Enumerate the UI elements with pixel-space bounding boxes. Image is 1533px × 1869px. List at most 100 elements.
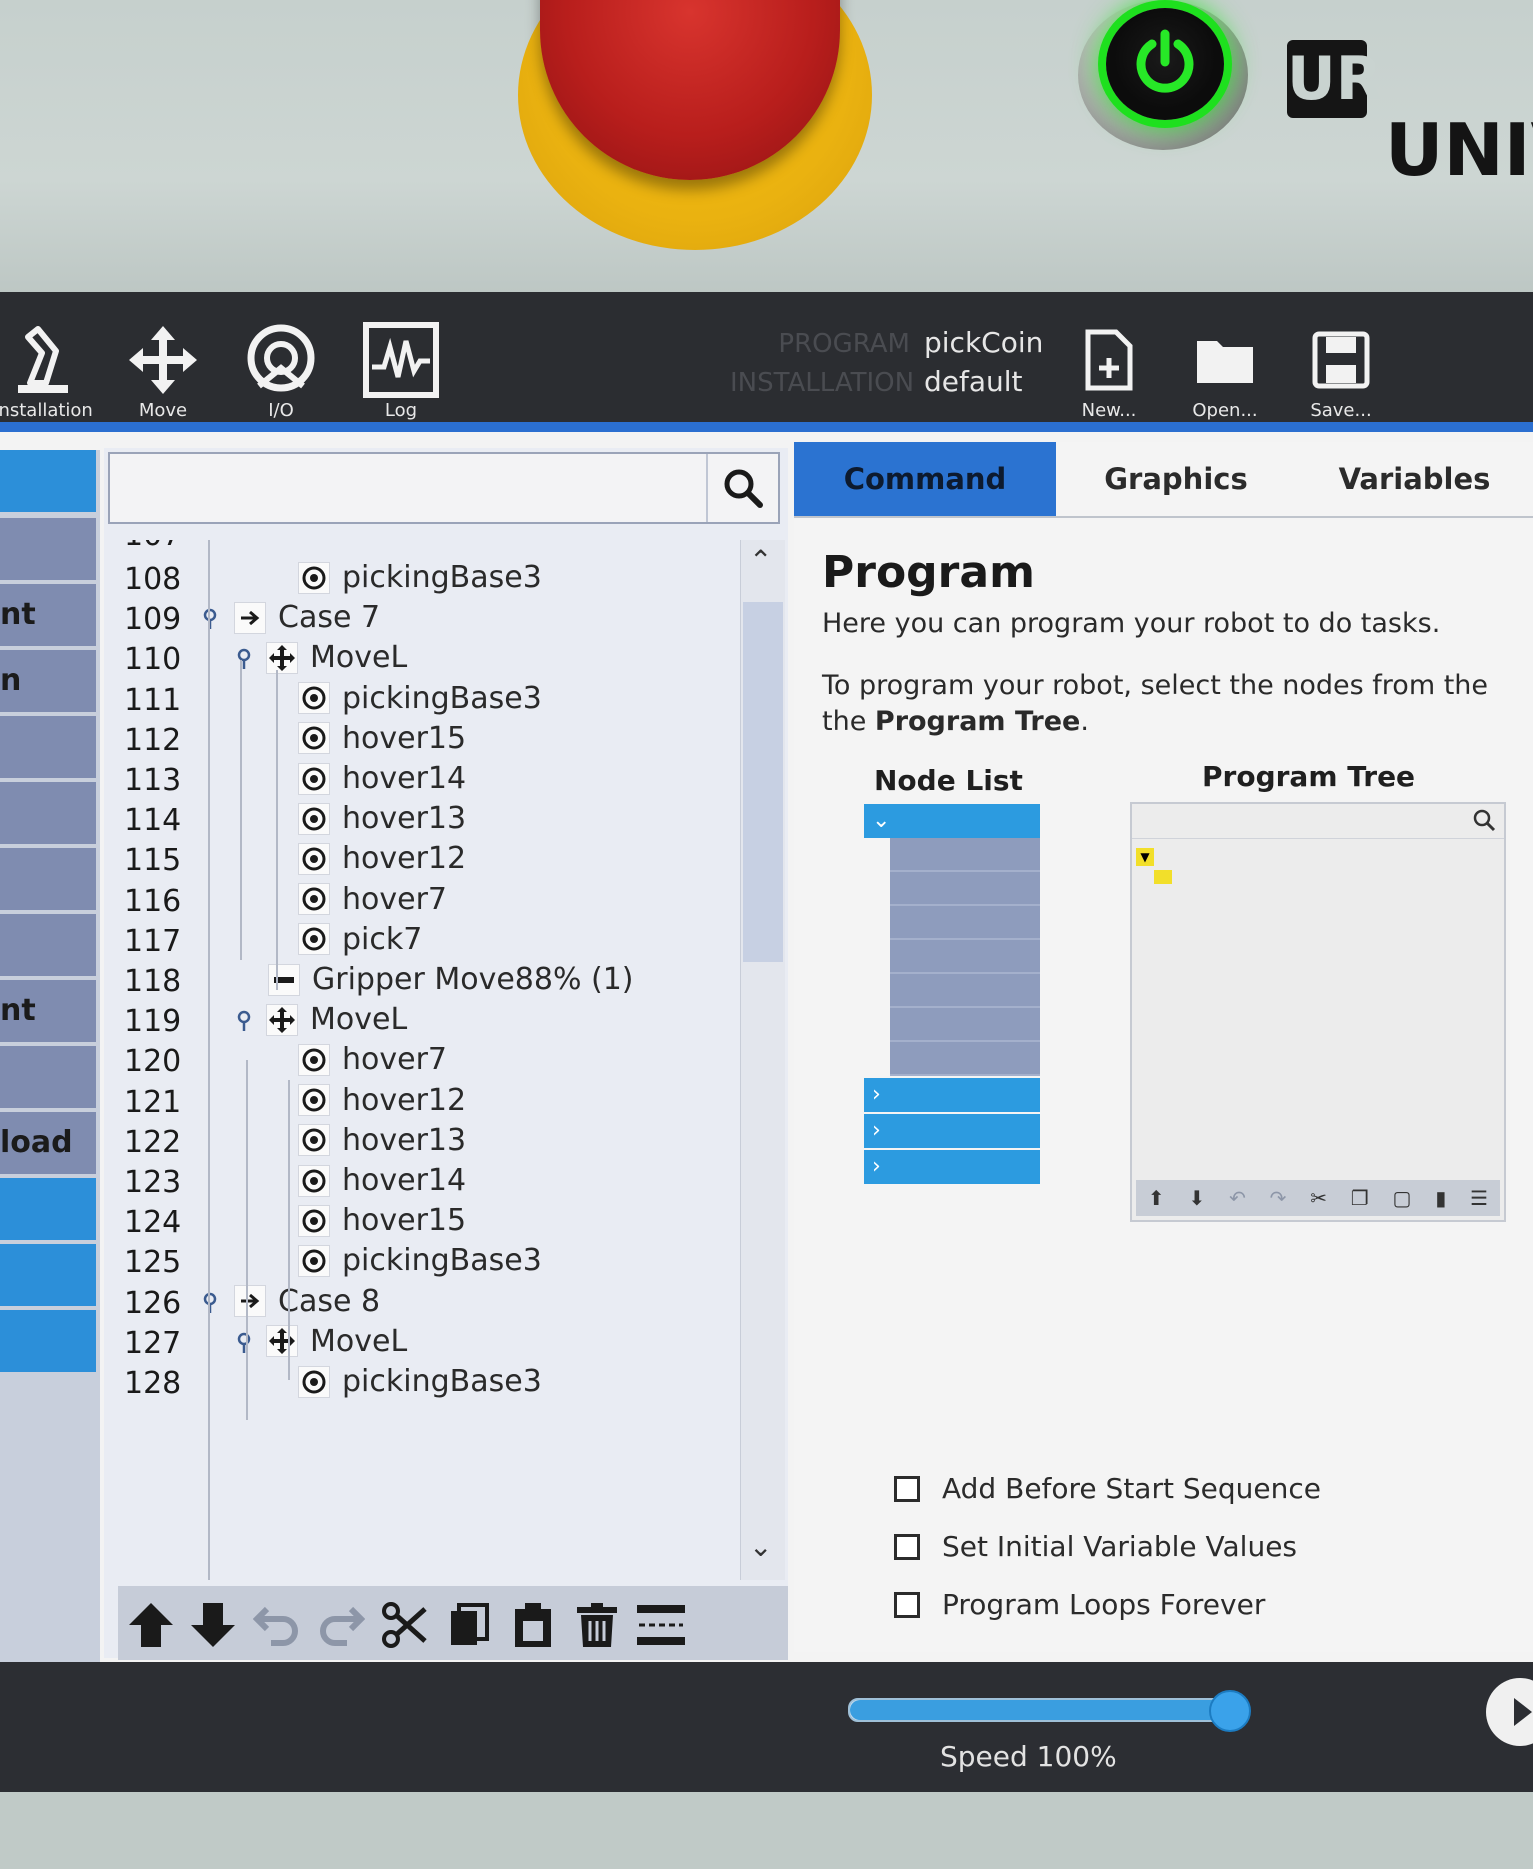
table-row[interactable]: 114 hover13	[104, 799, 744, 843]
table-row[interactable]: 118 Gripper Move88% (1)	[104, 960, 744, 1004]
installation-label: INSTALLATION	[730, 368, 915, 398]
nav-item-1[interactable]: nt	[0, 584, 96, 646]
table-row[interactable]: 119 MoveL	[104, 1000, 744, 1044]
table-row[interactable]: 122 hover13	[104, 1121, 744, 1165]
move-down-button[interactable]	[184, 1598, 242, 1652]
tree-node[interactable]: Case 8	[234, 1284, 380, 1319]
nav-item-3[interactable]: nt	[0, 980, 96, 1042]
breakpoint-pin-icon[interactable]	[236, 1332, 252, 1358]
tree-node[interactable]: MoveL	[266, 640, 407, 675]
io-tab[interactable]: I/O	[226, 320, 336, 421]
power-button[interactable]	[1106, 8, 1224, 120]
nav-item-blank[interactable]	[0, 1178, 96, 1240]
program-loops-forever-checkbox[interactable]: Program Loops Forever	[894, 1588, 1265, 1621]
redo-button[interactable]	[312, 1598, 370, 1652]
table-row[interactable]: 116 hover7	[104, 880, 744, 924]
paste-button[interactable]	[504, 1598, 562, 1652]
log-tab[interactable]: Log	[346, 320, 456, 421]
table-row[interactable]: 121 hover12	[104, 1081, 744, 1125]
tree-node[interactable]: hover7	[298, 1042, 447, 1077]
undo-button[interactable]	[248, 1598, 306, 1652]
nav-item-blank[interactable]	[0, 1244, 96, 1306]
nav-item-blank[interactable]	[0, 716, 96, 778]
nav-item-blank[interactable]	[0, 518, 96, 580]
tab-graphics[interactable]: Graphics	[1056, 442, 1296, 516]
tree-node[interactable]: hover12	[298, 1083, 466, 1118]
tree-node[interactable]: hover12	[298, 841, 466, 876]
tree-scrollbar[interactable]: ⌃ ⌄	[740, 540, 785, 1580]
tree-node[interactable]: pickingBase3	[298, 1364, 542, 1399]
tree-node[interactable]: hover13	[298, 801, 466, 836]
move-up-button[interactable]	[122, 1598, 180, 1652]
speed-slider[interactable]	[848, 1690, 1251, 1732]
nav-item-blank[interactable]	[0, 782, 96, 844]
table-row[interactable]: 124 hover15	[104, 1201, 744, 1245]
move-tab-label: Move	[138, 400, 188, 421]
table-row[interactable]: 125 pickingBase3	[104, 1241, 744, 1285]
checkbox-box[interactable]	[894, 1591, 920, 1618]
table-row[interactable]: 111 pickingBase3	[104, 679, 744, 723]
tree-node[interactable]: Case 7	[234, 600, 380, 635]
copy-button[interactable]	[440, 1598, 498, 1652]
open-program-button[interactable]: Open...	[1170, 320, 1280, 421]
tab-variables[interactable]: Variables	[1296, 442, 1533, 516]
tree-node[interactable]: hover15	[298, 721, 466, 756]
table-row[interactable]: 120 hover7	[104, 1040, 744, 1084]
installation-tab[interactable]: Installation	[0, 320, 98, 421]
node-list-heading: Node List	[874, 764, 1023, 797]
speed-slider-handle[interactable]	[1209, 1690, 1251, 1732]
nav-item-blank[interactable]	[0, 1046, 96, 1108]
nav-item-blank[interactable]	[0, 1310, 96, 1372]
nav-item-2[interactable]: n	[0, 650, 96, 712]
checkbox-box[interactable]	[894, 1533, 920, 1560]
new-program-button[interactable]: New...	[1054, 320, 1164, 421]
tree-node[interactable]: pickingBase3	[298, 1243, 542, 1278]
checkbox-box[interactable]	[894, 1475, 920, 1502]
table-row[interactable]: 113 hover14	[104, 759, 744, 803]
table-row[interactable]: 128 pickingBase3	[104, 1362, 744, 1406]
scrollbar-thumb[interactable]	[743, 602, 783, 962]
table-row[interactable]: 110 MoveL	[104, 638, 744, 682]
breakpoint-pin-icon[interactable]	[202, 1292, 218, 1318]
table-row[interactable]: 123 hover14	[104, 1161, 744, 1205]
add-before-start-checkbox[interactable]: Add Before Start Sequence	[894, 1472, 1321, 1505]
table-row[interactable]: 127 MoveL	[104, 1322, 744, 1366]
tree-node[interactable]: hover7	[298, 882, 447, 917]
table-row[interactable]: 112 hover15	[104, 719, 744, 763]
tree-search-button[interactable]	[706, 454, 778, 522]
nav-item-blank[interactable]	[0, 450, 96, 512]
play-button[interactable]	[1486, 1678, 1533, 1746]
tree-node[interactable]: Gripper Move88% (1)	[268, 962, 634, 997]
table-row[interactable]: 126 Case 8	[104, 1282, 744, 1326]
breakpoint-pin-icon[interactable]	[202, 608, 218, 634]
nav-item-blank[interactable]	[0, 914, 96, 976]
nav-item-blank[interactable]	[0, 848, 96, 910]
tree-node[interactable]: hover14	[298, 1163, 466, 1198]
scroll-down-icon[interactable]: ⌄	[749, 1530, 772, 1563]
tree-node[interactable]: MoveL	[266, 1002, 407, 1037]
save-program-button[interactable]: Save...	[1286, 320, 1396, 421]
table-row[interactable]: 109 Case 7	[104, 598, 744, 642]
cut-button[interactable]	[376, 1598, 434, 1652]
breakpoint-pin-icon[interactable]	[236, 1010, 252, 1036]
tree-node[interactable]: hover15	[298, 1203, 466, 1238]
table-row[interactable]: 117 pick7	[104, 920, 744, 964]
tree-node[interactable]: hover13	[298, 1123, 466, 1158]
tree-node[interactable]: pickingBase3	[298, 560, 542, 595]
tab-command[interactable]: Command	[794, 442, 1056, 516]
tree-node-label: hover15	[342, 720, 467, 756]
tree-search-input[interactable]	[114, 458, 708, 520]
table-row[interactable]: 108 pickingBase3	[104, 558, 744, 602]
suppress-button[interactable]	[632, 1598, 690, 1652]
table-row[interactable]: 115 hover12	[104, 839, 744, 883]
breakpoint-pin-icon[interactable]	[236, 648, 252, 674]
scroll-up-icon[interactable]: ⌃	[749, 544, 772, 577]
program-instructions: To program your robot, select the nodes …	[822, 668, 1488, 740]
tree-node[interactable]: hover14	[298, 761, 466, 796]
set-initial-variables-checkbox[interactable]: Set Initial Variable Values	[894, 1530, 1297, 1563]
tree-node[interactable]: pick7	[298, 922, 422, 957]
nav-item-4[interactable]: load	[0, 1112, 96, 1174]
delete-button[interactable]	[568, 1598, 626, 1652]
move-tab[interactable]: Move	[108, 320, 218, 421]
tree-node[interactable]: pickingBase3	[298, 681, 542, 716]
